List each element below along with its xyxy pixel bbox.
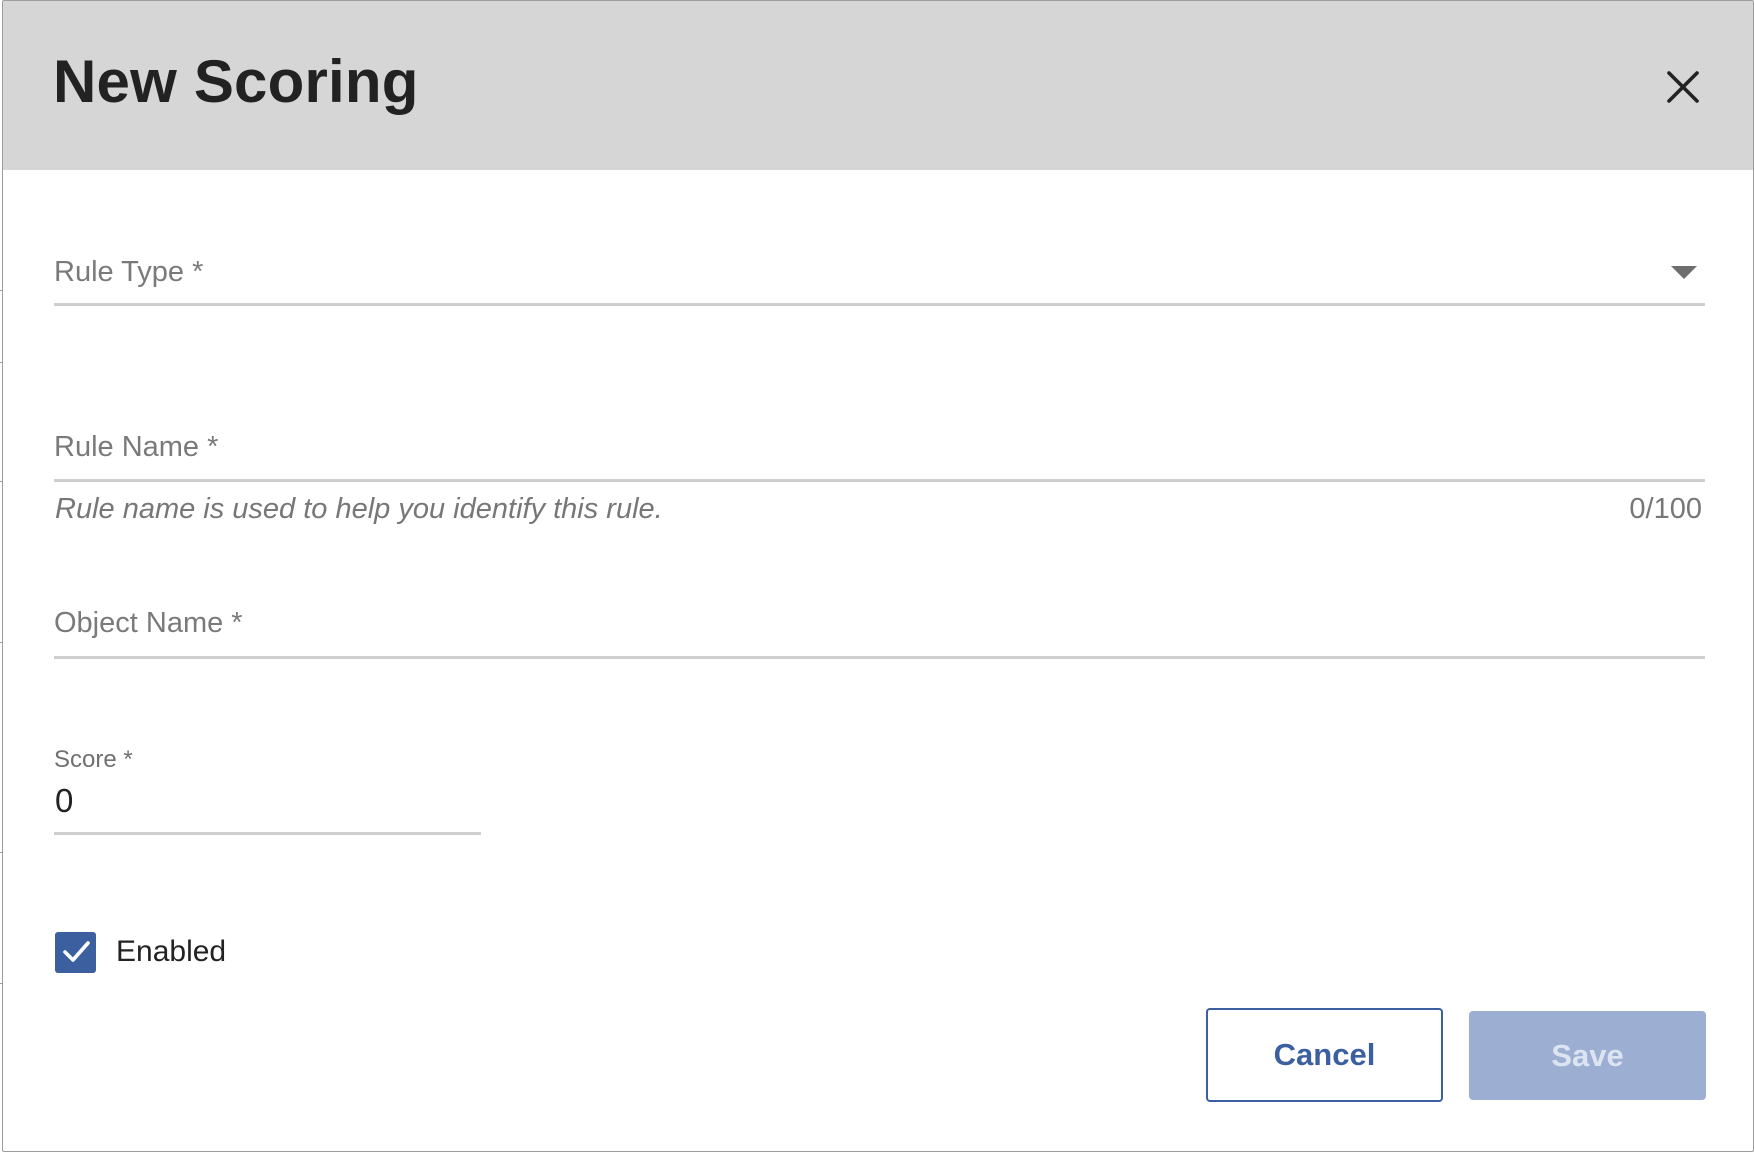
score-field[interactable]: Score * 0 [54,741,481,835]
dialog-header: New Scoring [3,1,1753,170]
score-label: Score * [54,746,133,773]
rule-name-char-counter: 0/100 [1629,493,1702,525]
dialog-title: New Scoring [53,48,419,115]
rule-type-select[interactable]: Rule Type * [54,226,1705,306]
caret-down-icon [1671,266,1697,279]
rule-name-input[interactable] [54,401,1705,479]
rule-name-helper-text: Rule name is used to help you identify t… [55,493,663,525]
rule-name-field[interactable]: Rule Name * [54,401,1705,482]
save-button[interactable]: Save [1469,1011,1706,1100]
rule-type-label: Rule Type * [54,256,204,288]
enabled-checkbox-row[interactable]: Enabled [55,931,226,973]
close-button[interactable] [1653,57,1713,117]
score-input[interactable]: 0 [55,782,73,820]
checkmark-icon [62,941,90,962]
enabled-checkbox[interactable] [55,931,96,973]
close-icon [1667,71,1699,103]
object-name-field[interactable]: Object Name * [54,577,1705,659]
enabled-label: Enabled [116,935,227,968]
new-scoring-dialog: New Scoring Rule Type * Rule Name * Rule… [2,0,1754,1152]
cancel-button[interactable]: Cancel [1206,1008,1443,1102]
object-name-input[interactable] [54,577,1705,656]
